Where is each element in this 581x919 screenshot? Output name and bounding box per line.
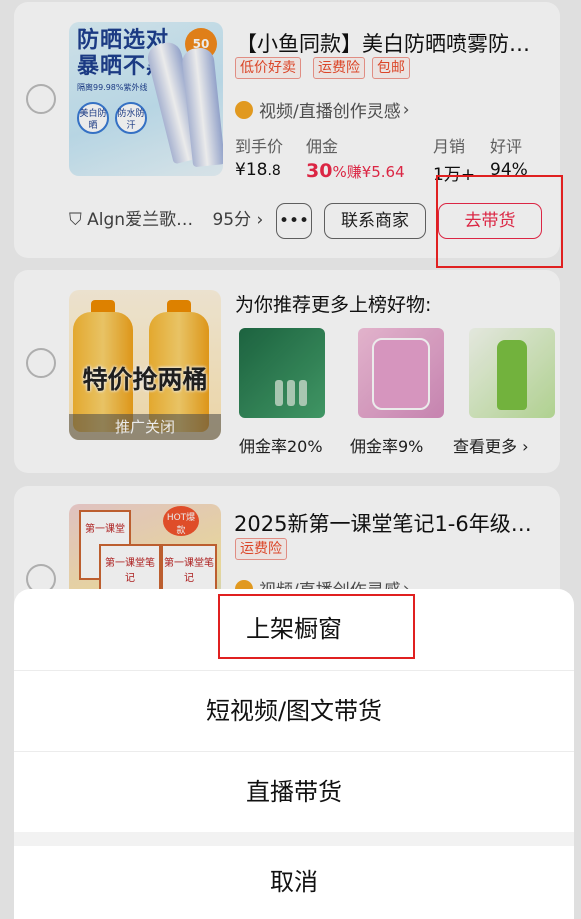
live-stream-promote-option[interactable]: 直播带货	[14, 751, 574, 832]
short-video-promote-option[interactable]: 短视频/图文带货	[14, 670, 574, 751]
highlight-box	[436, 175, 563, 268]
product-list-page: 防晒选对 暴晒不黑 50 隔离99.98%紫外线 美白防晒 防水防汗 【小鱼同款…	[0, 0, 581, 919]
highlight-box	[218, 594, 415, 659]
cancel-button[interactable]: 取消	[14, 846, 574, 919]
sheet-divider	[14, 832, 574, 846]
